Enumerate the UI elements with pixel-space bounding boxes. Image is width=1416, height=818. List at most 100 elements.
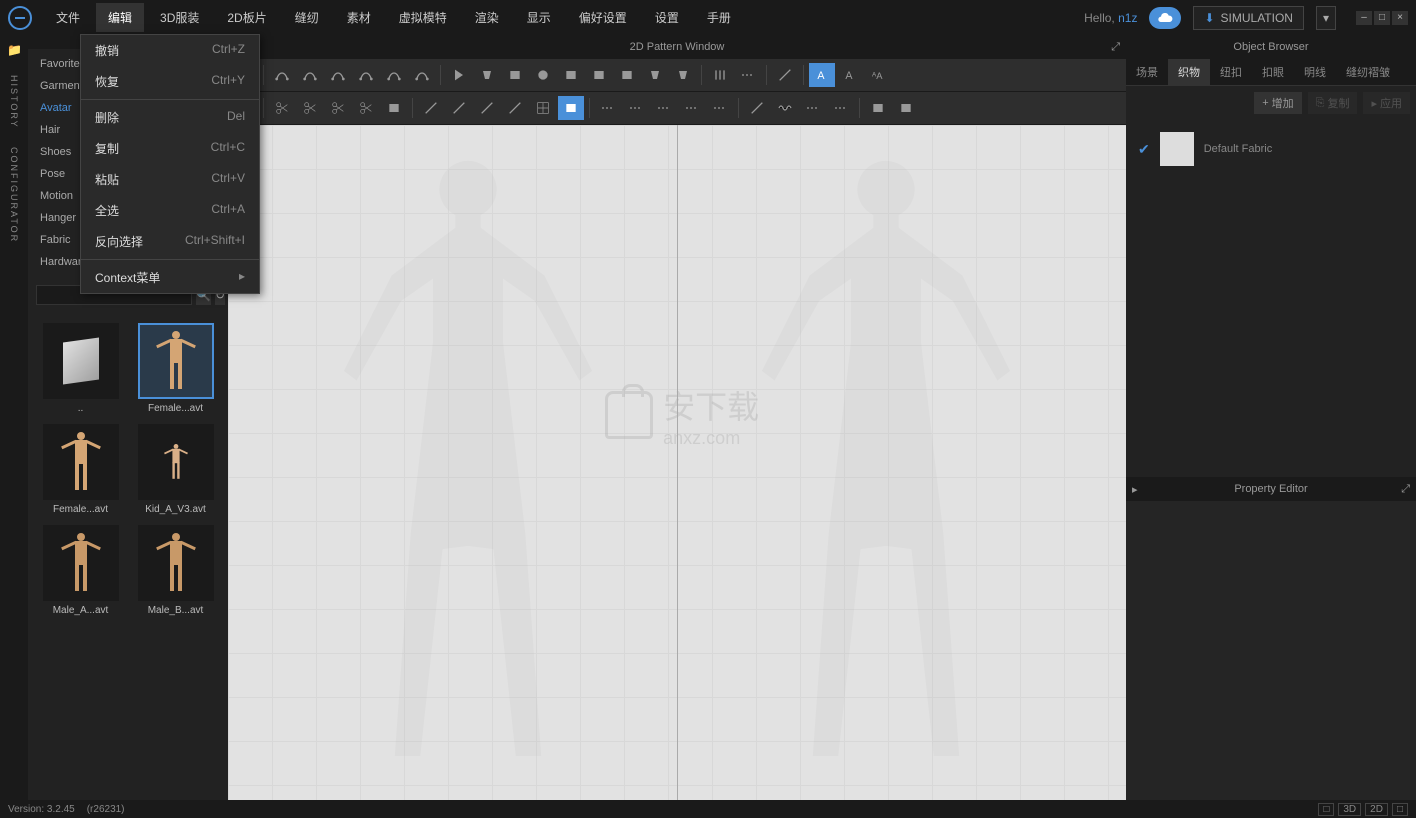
text3-tool[interactable]: ᴬA	[865, 63, 891, 87]
menu-item-复制[interactable]: 复制Ctrl+C	[81, 133, 259, 164]
circle-tool[interactable]	[530, 63, 556, 87]
simulation-dropdown[interactable]: ▾	[1316, 6, 1336, 30]
text2-tool[interactable]: A	[837, 63, 863, 87]
tack2-tool[interactable]	[446, 96, 472, 120]
tack4-tool[interactable]	[502, 96, 528, 120]
curve3-tool[interactable]	[353, 63, 379, 87]
shape2-tool[interactable]	[670, 63, 696, 87]
lib-item[interactable]: Kid_A_V3.avt	[133, 424, 218, 515]
minimize-button[interactable]: –	[1356, 11, 1372, 25]
menu-item-全选[interactable]: 全选Ctrl+A	[81, 195, 259, 226]
addpoint-tool[interactable]	[381, 63, 407, 87]
sew3-tool[interactable]	[325, 96, 351, 120]
pen-tool[interactable]	[269, 63, 295, 87]
configurator-tab[interactable]: CONFIGURATOR	[9, 147, 19, 243]
rect2-tool[interactable]	[558, 63, 584, 87]
app-logo[interactable]	[8, 6, 32, 30]
iron-tool[interactable]	[381, 96, 407, 120]
obj-tab-4[interactable]: 明线	[1294, 59, 1336, 85]
close-button[interactable]: ×	[1392, 11, 1408, 25]
seam2-tool[interactable]	[772, 96, 798, 120]
copy-button[interactable]: ⎘ 复制	[1308, 92, 1358, 114]
rect3-tool[interactable]	[586, 63, 612, 87]
lib-item[interactable]: ..	[38, 323, 123, 414]
text-tool[interactable]: A	[809, 63, 835, 87]
menu-item-删除[interactable]: 删除Del	[81, 102, 259, 133]
menu-显示[interactable]: 显示	[515, 3, 563, 32]
menu-3D服装[interactable]: 3D服装	[148, 3, 211, 32]
shape-tool[interactable]	[642, 63, 668, 87]
obj-tab-3[interactable]: 扣眼	[1252, 59, 1294, 85]
fabric-swatch	[1160, 132, 1194, 166]
obj-tab-5[interactable]: 缝纫褶皱	[1336, 59, 1400, 85]
obj-tab-2[interactable]: 纽扣	[1210, 59, 1252, 85]
canvas-2d[interactable]: 安下载 anxz.com	[228, 125, 1126, 800]
rect-tool[interactable]	[502, 63, 528, 87]
poly-tool[interactable]	[474, 63, 500, 87]
obj-tab-0[interactable]: 场景	[1126, 59, 1168, 85]
lib-item[interactable]: Male_B...avt	[133, 525, 218, 616]
rect4-tool[interactable]	[614, 63, 640, 87]
view-btn-split[interactable]: □	[1392, 803, 1408, 816]
apply-button[interactable]: ▸ 应用	[1363, 92, 1410, 114]
cloud-sync-button[interactable]	[1149, 7, 1181, 29]
lib-item[interactable]: Female...avt	[38, 424, 123, 515]
seam3-tool[interactable]	[800, 96, 826, 120]
view-btn-split[interactable]: □	[1318, 803, 1334, 816]
link-tool[interactable]	[772, 63, 798, 87]
curve-tool[interactable]	[297, 63, 323, 87]
lib-item[interactable]: Male_A...avt	[38, 525, 123, 616]
menu-偏好设置[interactable]: 偏好设置	[567, 3, 639, 32]
sew4-tool[interactable]	[353, 96, 379, 120]
lib-item[interactable]: Female...avt	[133, 323, 218, 414]
version-text: Version: 3.2.45	[8, 804, 75, 815]
view-btn-2D[interactable]: 2D	[1365, 803, 1388, 816]
stitch3-tool[interactable]	[651, 96, 677, 120]
menu-虚拟模特[interactable]: 虚拟模特	[387, 3, 459, 32]
curve4-tool[interactable]	[409, 63, 435, 87]
menu-手册[interactable]: 手册	[695, 3, 743, 32]
stitch-tool[interactable]	[595, 96, 621, 120]
stitch4-tool[interactable]	[679, 96, 705, 120]
library-icon[interactable]: 📁	[7, 43, 21, 57]
menu-文件[interactable]: 文件	[44, 3, 92, 32]
menu-item-Context菜单[interactable]: Context菜单	[81, 262, 259, 293]
grid-tool[interactable]	[530, 96, 556, 120]
menu-设置[interactable]: 设置	[643, 3, 691, 32]
collapse-icon[interactable]: ▸	[1132, 483, 1138, 496]
align2-tool[interactable]	[893, 96, 919, 120]
stitch5-tool[interactable]	[707, 96, 733, 120]
curve2-tool[interactable]	[325, 63, 351, 87]
tack3-tool[interactable]	[474, 96, 500, 120]
history-tab[interactable]: HISTORY	[9, 75, 19, 129]
expand-icon[interactable]: ⤢	[1111, 41, 1120, 54]
stitch2-tool[interactable]	[623, 96, 649, 120]
menu-item-恢复[interactable]: 恢复Ctrl+Y	[81, 66, 259, 97]
bars2-tool[interactable]	[735, 63, 761, 87]
menu-渲染[interactable]: 渲染	[463, 3, 511, 32]
menu-缝纫[interactable]: 缝纫	[283, 3, 331, 32]
seam4-tool[interactable]	[828, 96, 854, 120]
align-tool[interactable]	[865, 96, 891, 120]
arrow-tool[interactable]	[446, 63, 472, 87]
fabric-item[interactable]: ✔ Default Fabric	[1134, 128, 1408, 170]
tack-tool[interactable]	[418, 96, 444, 120]
add-button[interactable]: + 增加	[1254, 92, 1301, 114]
menu-2D板片[interactable]: 2D板片	[215, 3, 278, 32]
view-btn-3D[interactable]: 3D	[1338, 803, 1361, 816]
obj-tab-1[interactable]: 织物	[1168, 59, 1210, 85]
sew-tool[interactable]	[269, 96, 295, 120]
maximize-button[interactable]: □	[1374, 11, 1390, 25]
menu-item-粘贴[interactable]: 粘贴Ctrl+V	[81, 164, 259, 195]
simulation-button[interactable]: ⬇ SIMULATION	[1193, 6, 1304, 30]
menu-素材[interactable]: 素材	[335, 3, 383, 32]
menu-item-撤销[interactable]: 撤销Ctrl+Z	[81, 35, 259, 66]
seam-tool[interactable]	[744, 96, 770, 120]
menu-item-反向选择[interactable]: 反向选择Ctrl+Shift+I	[81, 226, 259, 257]
grid2-tool[interactable]	[558, 96, 584, 120]
expand-icon[interactable]: ⤢	[1401, 483, 1410, 496]
menu-编辑[interactable]: 编辑	[96, 3, 144, 32]
avatar-silhouette-right	[726, 145, 1046, 800]
bars-tool[interactable]	[707, 63, 733, 87]
sew2-tool[interactable]	[297, 96, 323, 120]
